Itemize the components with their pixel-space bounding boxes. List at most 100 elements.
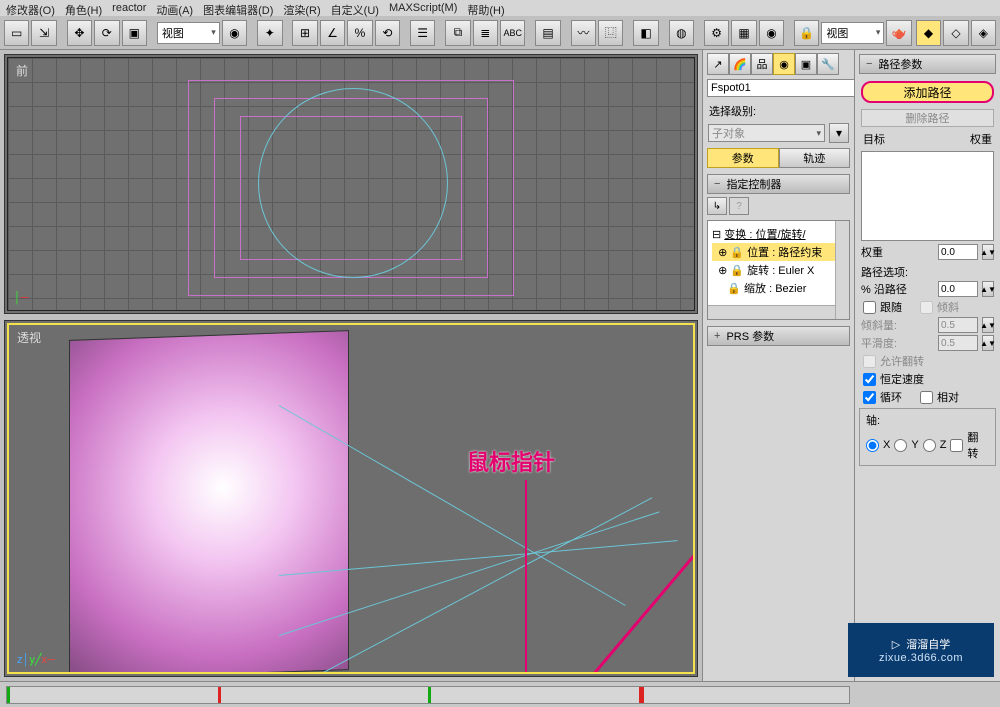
menu-item[interactable]: 动画(A) [156, 2, 193, 14]
use-center-icon[interactable]: ◉ [222, 20, 247, 46]
loop-label: 循环 [880, 389, 902, 405]
selection-level-label: 选择级别: [703, 101, 854, 121]
layers-icon[interactable]: ▤ [535, 20, 560, 46]
parameters-tab-button[interactable]: 参数 [707, 148, 779, 168]
smoothness-spinner-icon: ▲▼ [982, 335, 994, 351]
weight-column-label: 权重 [970, 131, 992, 147]
snap-toggle-icon[interactable]: ⊞ [292, 20, 317, 46]
weight-spinner-icon[interactable]: ▲▼ [982, 244, 994, 260]
percent-along-path-field[interactable] [938, 281, 978, 297]
select-region-icon[interactable]: ▭ [4, 20, 29, 46]
assign-controller-button[interactable]: ↳ [707, 197, 727, 215]
render-frame-icon[interactable]: ▦ [731, 20, 756, 46]
prs-params-rollout-header[interactable]: +PRS 参数 [707, 326, 850, 346]
time-slider[interactable] [0, 681, 1000, 707]
object-name-field[interactable] [707, 79, 857, 97]
main-toolbar: ▭ ⇲ ✥ ⟳ ▣ 视图 ◉ ✦ ⊞ ∠ % ⟲ ☰ ⧉ ≣ ABC ▤ 〰 ⿶… [0, 16, 1000, 50]
quick-render-icon[interactable]: ◉ [759, 20, 784, 46]
menu-item[interactable]: 角色(H) [65, 2, 102, 14]
reference-coord-dropdown[interactable]: 视图 [157, 22, 220, 44]
bank-label: 倾斜 [937, 299, 959, 315]
motion-tab-icon[interactable]: ◉ [773, 53, 795, 75]
axis-gizmo-icon: │─ [14, 292, 29, 304]
add-path-button[interactable]: 添加路径 [861, 81, 994, 103]
rotate-icon[interactable]: ⟳ [94, 20, 119, 46]
allow-flip-label: 允许翻转 [880, 353, 924, 369]
select-and-manipulate-icon[interactable]: ✦ [257, 20, 282, 46]
annotation-label: 鼠标指针 [467, 445, 555, 477]
weight-field[interactable] [938, 244, 978, 260]
target-column-label: 目标 [863, 131, 885, 147]
lock-icon[interactable]: 🔒 [794, 20, 819, 46]
clear-icon[interactable]: ◧ [633, 20, 658, 46]
hierarchy-tab-icon[interactable]: 品 [751, 53, 773, 75]
relative-checkbox[interactable] [920, 391, 933, 404]
axis-x-label: X [883, 439, 890, 451]
render-production-icon[interactable]: 🫖 [886, 20, 911, 46]
assign-controller-rollout-header[interactable]: −指定控制器 [707, 174, 850, 194]
axis-y-label: Y [911, 439, 918, 451]
constant-velocity-checkbox[interactable] [863, 373, 876, 386]
menu-bar: 修改器(O) 角色(H) reactor 动画(A) 图表编辑器(D) 渲染(R… [0, 0, 1000, 16]
named-selection-icon[interactable]: ☰ [410, 20, 435, 46]
loop-checkbox[interactable] [863, 391, 876, 404]
schematic-view-icon[interactable]: ⿶ [598, 20, 623, 46]
menu-item[interactable]: 修改器(O) [6, 2, 55, 14]
percent-along-path-label: % 沿路径 [861, 281, 934, 297]
scrollbar-horizontal[interactable] [708, 305, 835, 319]
align-icon[interactable]: ≣ [473, 20, 498, 46]
axis-flip-label: 翻转 [967, 429, 989, 461]
viewport-perspective[interactable]: 透视 鼠标指针 ✥ z│y╱ [4, 320, 698, 677]
selection-level-flyout-icon[interactable]: ▾ [829, 123, 849, 143]
axis-flip-checkbox[interactable] [950, 439, 963, 452]
annotation-arrow-icon [525, 480, 527, 674]
axis-x-radio[interactable] [866, 439, 879, 452]
command-panel-tabs: ↗ 🌈 品 ◉ ▣ 🔧 [703, 50, 854, 75]
axis-z-radio[interactable] [923, 439, 936, 452]
axis-y-radio[interactable] [894, 439, 907, 452]
axis-constraint-y-icon[interactable]: ◇ [943, 20, 968, 46]
trajectories-tab-button[interactable]: 轨迹 [779, 148, 851, 168]
render-view-dropdown[interactable]: 视图 [821, 22, 884, 44]
menu-item[interactable]: MAXScript(M) [389, 2, 457, 14]
viewport-front[interactable]: 前 │─ [4, 54, 698, 314]
axis-constraint-z-icon[interactable]: ◈ [971, 20, 996, 46]
path-list[interactable] [861, 151, 994, 241]
percent-spinner-icon[interactable]: ▲▼ [982, 281, 994, 297]
curve-editor-icon[interactable]: 〰 [571, 20, 596, 46]
allow-flip-checkbox [863, 355, 876, 368]
selection-level-dropdown[interactable]: 子对象 [708, 124, 825, 142]
material-editor-icon[interactable]: ◍ [669, 20, 694, 46]
abc-icon[interactable]: ABC [500, 20, 525, 46]
spinner-snap-icon[interactable]: ⟲ [375, 20, 400, 46]
menu-item[interactable]: 自定义(U) [331, 2, 379, 14]
relative-label: 相对 [937, 389, 959, 405]
annotation-arrow-to-button-icon [549, 323, 695, 674]
axis-constraint-x-icon[interactable]: ◆ [916, 20, 941, 46]
mirror-icon[interactable]: ⧉ [445, 20, 470, 46]
move-icon[interactable]: ✥ [67, 20, 92, 46]
follow-checkbox[interactable] [863, 301, 876, 314]
controller-tree[interactable]: ⊟ 变换 : 位置/旋转/ ⊕ 🔒 位置 : 路径约束 ⊕ 🔒 旋转 : Eul… [707, 220, 850, 320]
spotlight-target-plane [69, 330, 349, 674]
viewport-area: 前 │─ 透视 [0, 50, 702, 681]
path-params-rollout-header[interactable]: −路径参数 [859, 54, 996, 74]
delete-path-button: 删除路径 [861, 109, 994, 127]
axis-z-label: Z [940, 439, 947, 451]
scale-icon[interactable]: ▣ [122, 20, 147, 46]
render-setup-icon[interactable]: ⚙ [704, 20, 729, 46]
menu-item[interactable]: 帮助(H) [467, 2, 504, 14]
menu-item[interactable]: 渲染(R) [283, 2, 320, 14]
menu-item[interactable]: reactor [112, 2, 146, 14]
modify-tab-icon[interactable]: 🌈 [729, 53, 751, 75]
track-bar[interactable] [6, 686, 850, 704]
angle-snap-icon[interactable]: ∠ [320, 20, 345, 46]
menu-item[interactable]: 图表编辑器(D) [203, 2, 273, 14]
scrollbar[interactable] [835, 221, 849, 319]
select-crossing-icon[interactable]: ⇲ [31, 20, 56, 46]
utilities-tab-icon[interactable]: 🔧 [817, 53, 839, 75]
create-tab-icon[interactable]: ↗ [707, 53, 729, 75]
percent-snap-icon[interactable]: % [347, 20, 372, 46]
constant-velocity-label: 恒定速度 [880, 371, 924, 387]
display-tab-icon[interactable]: ▣ [795, 53, 817, 75]
